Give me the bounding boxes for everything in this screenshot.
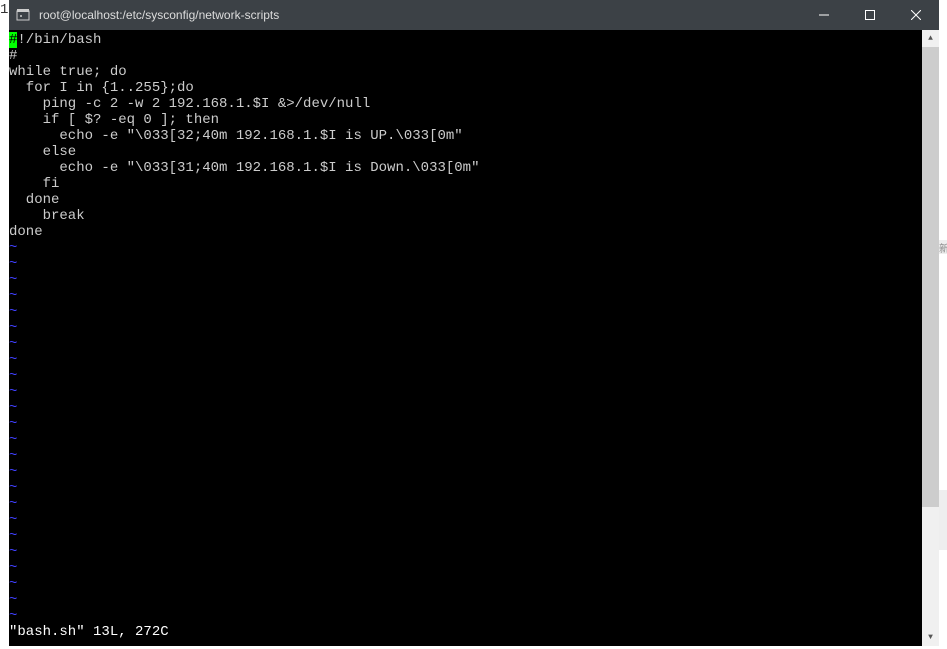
code-line: if [ $? -eq 0 ]; then: [9, 112, 922, 128]
vim-tilde-line: ~: [9, 512, 922, 528]
window-title: root@localhost:/etc/sysconfig/network-sc…: [39, 8, 801, 22]
vim-tilde-line: ~: [9, 240, 922, 256]
code-line: #: [9, 48, 922, 64]
shebang-line: #!/bin/bash: [9, 32, 922, 48]
code-line: else: [9, 144, 922, 160]
vim-tilde-line: ~: [9, 544, 922, 560]
code-line: done: [9, 224, 922, 240]
vim-editor[interactable]: #!/bin/bash#while true; do for I in {1..…: [9, 30, 922, 646]
vim-tilde-line: ~: [9, 592, 922, 608]
terminal-window: root@localhost:/etc/sysconfig/network-sc…: [9, 0, 939, 646]
gutter-line-number: 1: [0, 2, 8, 18]
app-icon: [15, 7, 31, 23]
vim-tilde-line: ~: [9, 448, 922, 464]
vim-tilde-line: ~: [9, 336, 922, 352]
maximize-button[interactable]: [847, 0, 893, 30]
vim-tilde-line: ~: [9, 416, 922, 432]
right-edge-mark: [939, 490, 947, 550]
vim-tilde-line: ~: [9, 464, 922, 480]
vim-tilde-line: ~: [9, 320, 922, 336]
shebang-text: !/bin/bash: [17, 32, 101, 48]
window-controls: [801, 0, 939, 30]
vim-tilde-line: ~: [9, 432, 922, 448]
vim-tilde-line: ~: [9, 352, 922, 368]
minimize-button[interactable]: [801, 0, 847, 30]
code-line: for I in {1..255};do: [9, 80, 922, 96]
code-line: ping -c 2 -w 2 192.168.1.$I &>/dev/null: [9, 96, 922, 112]
code-line: echo -e "\033[32;40m 192.168.1.$I is UP.…: [9, 128, 922, 144]
close-button[interactable]: [893, 0, 939, 30]
vertical-scrollbar[interactable]: ▲ ▼: [922, 30, 939, 646]
code-line: break: [9, 208, 922, 224]
scroll-down-button[interactable]: ▼: [922, 629, 939, 646]
external-gutter: 1: [0, 0, 9, 649]
code-line: fi: [9, 176, 922, 192]
vim-tilde-line: ~: [9, 400, 922, 416]
vim-tilde-line: ~: [9, 256, 922, 272]
vim-tilde-line: ~: [9, 384, 922, 400]
vim-tilde-line: ~: [9, 528, 922, 544]
titlebar[interactable]: root@localhost:/etc/sysconfig/network-sc…: [9, 0, 939, 30]
right-edge-mark: 新: [939, 240, 947, 254]
vim-tilde-line: ~: [9, 576, 922, 592]
terminal-area: #!/bin/bash#while true; do for I in {1..…: [9, 30, 939, 646]
right-edge: 新: [939, 0, 947, 649]
code-line: while true; do: [9, 64, 922, 80]
vim-tilde-line: ~: [9, 288, 922, 304]
vim-tilde-line: ~: [9, 304, 922, 320]
vim-tilde-line: ~: [9, 608, 922, 624]
vim-tilde-line: ~: [9, 560, 922, 576]
vim-status-line: "bash.sh" 13L, 272C: [9, 624, 922, 640]
vim-tilde-line: ~: [9, 480, 922, 496]
code-line: echo -e "\033[31;40m 192.168.1.$I is Dow…: [9, 160, 922, 176]
code-line: done: [9, 192, 922, 208]
vim-tilde-line: ~: [9, 368, 922, 384]
vim-tilde-line: ~: [9, 272, 922, 288]
scroll-thumb[interactable]: [922, 47, 939, 507]
scroll-up-button[interactable]: ▲: [922, 30, 939, 47]
vim-tilde-line: ~: [9, 496, 922, 512]
